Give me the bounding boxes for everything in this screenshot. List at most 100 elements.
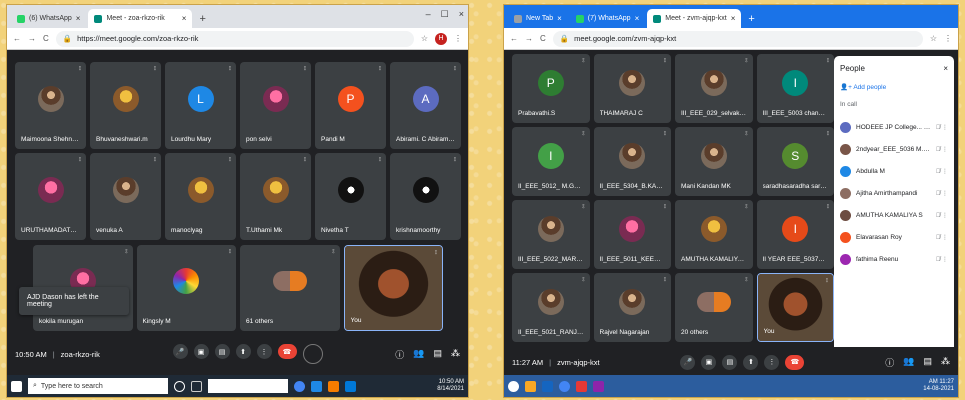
person-mute-icon[interactable]: 🎙̸ ⋮ (936, 212, 948, 219)
raise-hand-icon[interactable] (302, 344, 323, 364)
participant-tile[interactable]: I ⦂ II YEAR EEE_5037_subitha J (756, 200, 834, 269)
star-icon[interactable]: ☆ (930, 34, 937, 43)
mic-icon[interactable]: 🎤 (680, 354, 696, 370)
person-mute-icon[interactable]: 🎙̸ ⋮ (936, 256, 948, 263)
person-mute-icon[interactable]: 🎙̸ ⋮ (936, 146, 948, 153)
leave-call-button[interactable]: ☎ (277, 344, 297, 359)
add-people-button[interactable]: 👤+ Add people (840, 83, 948, 91)
participant-tile[interactable]: I ⦂ III_EEE_5003 chandraleka (756, 54, 834, 123)
menu-icon[interactable]: ⋮ (944, 34, 952, 43)
person-mute-icon[interactable]: 🎙̸ ⋮ (936, 168, 948, 175)
person-row[interactable]: Ajitha Amirthampandi 🎙̸ ⋮ (840, 182, 948, 204)
url-field[interactable]: 🔒 https://meet.google.com/zoa-rkzo-rik (55, 30, 414, 47)
captions-icon[interactable]: ▤ (214, 344, 230, 359)
participant-tile[interactable]: I ⦂ II_EEE_5012_ M.Gowsalya (512, 127, 590, 196)
camera-icon[interactable]: ▣ (701, 354, 717, 370)
media-icon[interactable] (542, 380, 553, 392)
taskbar-search[interactable]: ⌕ Type here to search (28, 378, 168, 394)
participant-tile[interactable]: A ⦂ Abirami. C Abirami. C (390, 62, 461, 149)
participant-tile[interactable]: ⦂ AMUTHA KAMALIYA S (675, 200, 753, 269)
person-row[interactable]: AMUTHA KAMALIYA S 🎙̸ ⋮ (840, 204, 948, 226)
chat-icon[interactable]: ▤ (923, 356, 932, 369)
reload-icon[interactable]: C (43, 34, 49, 43)
participant-tile[interactable]: ⦂ krishnamoorthy (390, 153, 461, 240)
person-row[interactable]: fathima Reenu 🎙̸ ⋮ (840, 248, 948, 270)
mail-icon[interactable] (345, 380, 356, 392)
chrome-icon[interactable] (294, 380, 305, 392)
paint-icon[interactable] (593, 380, 604, 392)
present-icon[interactable]: ⬆ (235, 344, 251, 359)
participant-tile[interactable]: ⦂ Bhuvaneshwari.m (90, 62, 161, 149)
more-options-icon[interactable]: ⋮ (764, 354, 780, 370)
tab-new-tab[interactable]: New Tab × (508, 9, 568, 28)
participant-tile[interactable]: ⦂ venuka A (90, 153, 161, 240)
explorer-icon[interactable] (525, 380, 536, 392)
chat-icon[interactable]: ▤ (433, 348, 442, 361)
new-tab-button[interactable]: + (194, 13, 210, 28)
profile-avatar[interactable]: H (435, 32, 447, 45)
close-tab-icon[interactable]: × (557, 14, 562, 23)
info-icon[interactable]: ⓘ (885, 356, 894, 369)
leave-call-button[interactable]: ☎ (785, 354, 805, 370)
participant-tile[interactable]: ⦂ You (756, 273, 834, 342)
participant-tile[interactable]: ⦂ 61 others (240, 245, 340, 331)
close-tab-icon[interactable]: × (182, 14, 187, 23)
forward-icon[interactable]: → (28, 34, 36, 43)
present-icon[interactable]: ⬆ (743, 354, 759, 370)
close-tab-icon[interactable]: × (731, 14, 736, 23)
participant-tile[interactable]: P ⦂ Prabavathi.S (512, 54, 590, 123)
info-icon[interactable]: ⓘ (395, 348, 404, 361)
person-mute-icon[interactable]: 🎙̸ ⋮ (936, 190, 948, 197)
participant-tile[interactable]: ⦂ URUTHAMADATHI. S (15, 153, 86, 240)
participant-tile[interactable]: ⦂ Maimoona Shehnaaz (15, 62, 86, 149)
participant-tile[interactable]: S ⦂ saradhasaradha saradhasara... (756, 127, 834, 196)
star-icon[interactable]: ☆ (421, 34, 428, 43)
participant-tile[interactable]: ⦂ Mani Kandan MK (675, 127, 753, 196)
task-view-icon[interactable] (191, 380, 202, 392)
participant-tile[interactable]: L ⦂ Lourdhu Mary (165, 62, 236, 149)
participant-tile[interactable]: ⦂ II_EEE_5011_KEERTHANA (593, 200, 671, 269)
participant-tile[interactable]: ⦂ Rajvel Nagarajan (593, 273, 671, 342)
participant-tile[interactable]: ⦂ III_EEE_5022_MARISELVI (512, 200, 590, 269)
camera-icon[interactable]: ▣ (193, 344, 209, 359)
cortana-icon[interactable] (174, 380, 185, 392)
new-tab-button[interactable]: + (743, 13, 759, 28)
participant-tile[interactable]: ⦂ II_EEE_5304_B.KARTHIK... (593, 127, 671, 196)
mic-icon[interactable]: 🎤 (172, 344, 188, 359)
person-row[interactable]: HODEEE JP College... (You) 🎙̸ ⋮ (840, 116, 948, 138)
back-icon[interactable]: ← (510, 34, 518, 43)
participant-tile[interactable]: ⦂ pon selvi (240, 62, 311, 149)
close-tab-icon[interactable]: × (635, 14, 640, 23)
participant-tile[interactable]: ⦂ II_EEE_5021_RANJITH (512, 273, 590, 342)
participant-tile[interactable]: ⦂ manoclyag (165, 153, 236, 240)
reload-icon[interactable]: C (540, 34, 546, 43)
activities-icon[interactable]: ⁂ (941, 356, 950, 369)
participant-tile[interactable]: ⦂ THAIMARAJ C (593, 54, 671, 123)
participant-tile[interactable]: ⦂ T.Uthami Mk (240, 153, 311, 240)
person-mute-icon[interactable]: 🎙̸ ⋮ (936, 234, 948, 241)
tab-whatsapp[interactable]: (7) WhatsApp × (570, 9, 645, 28)
tab-meet[interactable]: Meet - zoa-rkzo-rik × (88, 9, 193, 28)
app-icon[interactable] (576, 380, 587, 392)
edge-icon[interactable] (311, 380, 322, 392)
windows-start-icon[interactable] (508, 380, 519, 392)
more-options-icon[interactable]: ⋮ (256, 344, 272, 359)
taskbar-clock[interactable]: 10:50 AM 8/14/2021 (437, 379, 464, 393)
windows-start-icon[interactable] (11, 380, 22, 392)
participant-tile[interactable]: ⦂ 20 others (675, 273, 753, 342)
person-row[interactable]: 2ndyear_EEE_5036 M.Subi... 🎙̸ ⋮ (840, 138, 948, 160)
participant-tile[interactable]: ⦂ You (343, 245, 443, 331)
participant-tile[interactable]: ⦂ III_EEE_029_selvakumar... (675, 54, 753, 123)
person-row[interactable]: Elavarasan Roy 🎙̸ ⋮ (840, 226, 948, 248)
chrome-icon[interactable] (559, 380, 570, 392)
store-icon[interactable] (328, 380, 339, 392)
person-mute-icon[interactable]: 🎙̸ ⋮ (936, 124, 948, 131)
people-icon[interactable]: 👥 (413, 348, 424, 361)
participant-tile[interactable]: ⦂ Kingsly M (136, 245, 236, 331)
back-icon[interactable]: ← (13, 34, 21, 43)
minimize-button[interactable]: – (426, 9, 431, 20)
close-window-button[interactable]: × (459, 9, 464, 20)
taskbar-clock[interactable]: AM 11:27 14-08-2021 (923, 379, 954, 393)
close-panel-icon[interactable]: × (943, 64, 948, 73)
menu-icon[interactable]: ⋮ (454, 34, 462, 43)
